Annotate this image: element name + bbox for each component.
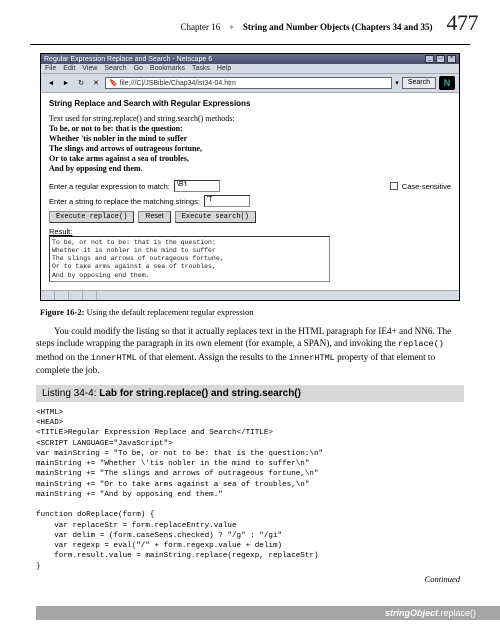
browser-screenshot: Regular Expression Replace and Search - …: [40, 53, 460, 301]
menu-go[interactable]: Go: [134, 65, 143, 72]
poem-line: Whether 'tis nobler in the mind to suffe…: [49, 134, 451, 144]
menu-edit[interactable]: Edit: [63, 65, 75, 72]
code-listing: <HTML> <HEAD> <TITLE>Regular Expression …: [36, 408, 464, 572]
window-titlebar: Regular Expression Replace and Search - …: [41, 54, 459, 64]
page-number: 477: [447, 10, 479, 36]
replace-label: Enter a string to replace the matching s…: [49, 197, 200, 206]
back-icon[interactable]: ◄: [45, 77, 57, 89]
reset-button[interactable]: Reset: [138, 211, 170, 223]
browser-content: String Replace and Search with Regular E…: [41, 93, 459, 290]
menu-help[interactable]: Help: [217, 65, 231, 72]
url-dropdown-icon[interactable]: ▾: [395, 79, 399, 87]
page-header: Chapter 16 ✦ String and Number Objects (…: [0, 0, 500, 42]
menu-search[interactable]: Search: [104, 65, 126, 72]
execute-replace-button[interactable]: Execute replace(): [49, 211, 134, 223]
menubar: File Edit View Search Go Bookmarks Tasks…: [41, 64, 459, 74]
regex-label: Enter a regular expression to match:: [49, 182, 170, 191]
maximize-icon[interactable]: □: [436, 55, 445, 63]
listing-header: Listing 34-4: Lab for string.replace() a…: [36, 385, 464, 402]
diamond-separator-icon: ✦: [228, 23, 235, 32]
replace-input[interactable]: 'T: [204, 195, 250, 207]
footer-object: stringObject: [385, 608, 438, 618]
listing-label: Listing 34-4:: [42, 388, 96, 399]
close-icon[interactable]: ×: [447, 55, 456, 63]
menu-file[interactable]: File: [45, 65, 56, 72]
result-textarea[interactable]: To be, or not to be: that is the questio…: [49, 236, 330, 282]
reload-icon[interactable]: ↻: [75, 77, 87, 89]
window-title: Regular Expression Replace and Search - …: [44, 56, 212, 63]
search-button[interactable]: Search: [402, 77, 436, 89]
poem-line: To be, or not to be: that is the questio…: [49, 124, 451, 134]
execute-search-button[interactable]: Execute search(): [175, 211, 256, 223]
url-input[interactable]: 🔖 file:///C|/JSBible/Chap34/lst34-04.htm: [105, 77, 392, 89]
continued-label: Continued: [0, 574, 460, 584]
figure-text: Using the default replacement regular ex…: [87, 307, 254, 317]
footer-bar: stringObject.replace(): [36, 606, 500, 620]
case-label: Case-sensitive: [402, 182, 451, 191]
chapter-ref: Chapter 16: [180, 22, 220, 32]
poem-block: Text used for string.replace() and strin…: [49, 114, 451, 174]
body-paragraph: You could modify the listing so that it …: [36, 325, 464, 377]
stop-icon[interactable]: ✕: [90, 77, 102, 89]
page-heading: String Replace and Search with Regular E…: [49, 99, 451, 108]
figure-label: Figure 16-2:: [40, 307, 84, 317]
toolbar: ◄ ► ↻ ✕ 🔖 file:///C|/JSBible/Chap34/lst3…: [41, 74, 459, 93]
poem-intro: Text used for string.replace() and strin…: [49, 114, 451, 124]
chapter-title: String and Number Objects (Chapters 34 a…: [243, 22, 433, 32]
menu-bookmarks[interactable]: Bookmarks: [150, 65, 185, 72]
poem-line: The slings and arrows of outrageous fort…: [49, 144, 451, 154]
figure-caption: Figure 16-2: Using the default replaceme…: [40, 307, 460, 317]
poem-line: And by opposing end them.: [49, 164, 451, 174]
poem-line: Or to take arms against a sea of trouble…: [49, 154, 451, 164]
footer-method: .replace(): [438, 608, 476, 618]
statusbar: [41, 290, 459, 300]
regex-input[interactable]: \B't: [174, 180, 220, 192]
menu-tasks[interactable]: Tasks: [192, 65, 210, 72]
result-label: Result:: [49, 227, 451, 236]
forward-icon[interactable]: ►: [60, 77, 72, 89]
header-rule: [30, 44, 470, 45]
menu-view[interactable]: View: [82, 65, 97, 72]
listing-title: Lab for string.replace() and string.sear…: [99, 388, 301, 399]
netscape-logo-icon: N: [439, 76, 455, 90]
minimize-icon[interactable]: _: [425, 55, 434, 63]
case-sensitive-checkbox[interactable]: [390, 182, 398, 190]
